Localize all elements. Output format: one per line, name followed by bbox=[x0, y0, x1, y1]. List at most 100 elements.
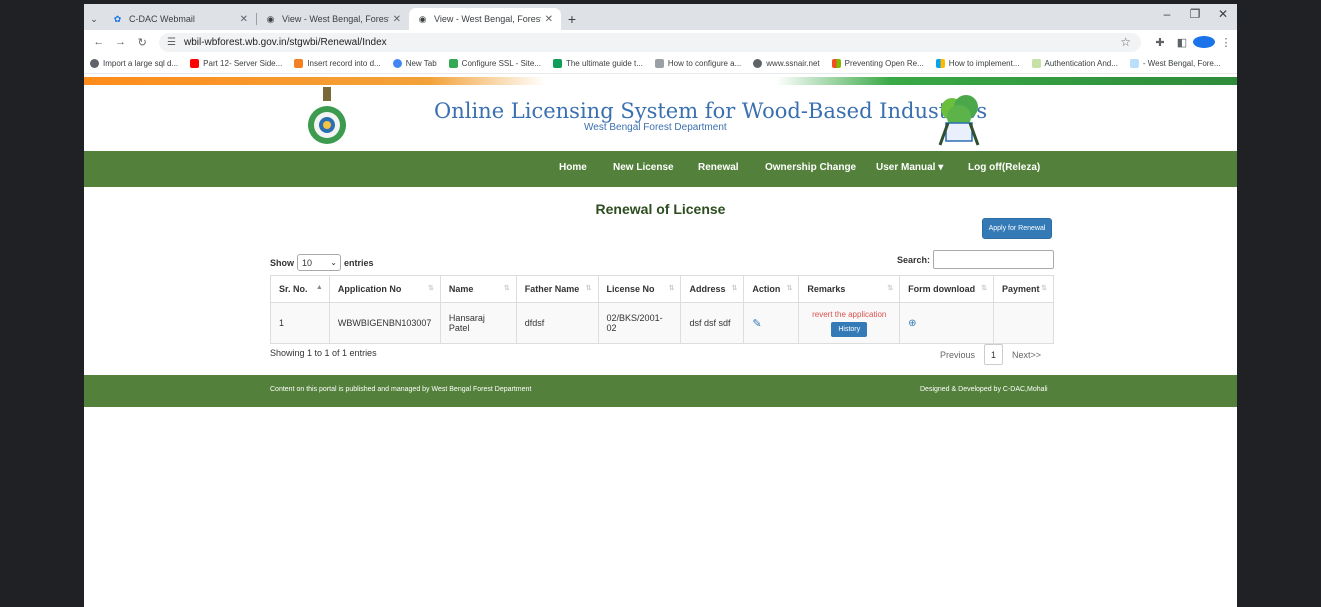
apply-for-renewal-button[interactable]: Apply for Renewal bbox=[982, 218, 1052, 239]
close-icon[interactable]: ✕ bbox=[393, 14, 401, 25]
globe-icon: ◉ bbox=[266, 13, 275, 24]
col-application-no[interactable]: Application No ⇅ bbox=[328, 275, 441, 303]
page-length-select[interactable]: 10 ⌄ bbox=[297, 254, 341, 271]
reload-icon[interactable]: ↻ bbox=[133, 36, 151, 49]
download-icon[interactable]: ⊕ bbox=[908, 318, 916, 329]
forward-icon[interactable]: → bbox=[112, 36, 130, 48]
forest-department-logo-icon bbox=[938, 95, 980, 146]
tab-view-forest-1[interactable]: ◉ View - West Bengal, Forest Dep ✕ bbox=[257, 8, 409, 30]
edit-pencil-icon[interactable]: ✎ bbox=[752, 318, 761, 330]
side-panel-icon[interactable]: ◧ bbox=[1171, 36, 1193, 49]
close-icon[interactable]: ✕ bbox=[545, 14, 553, 25]
bookmark-item[interactable]: Import a large sql d... bbox=[90, 59, 178, 68]
new-tab-icon[interactable]: + bbox=[561, 8, 583, 30]
bookmark-item[interactable]: How to implement... bbox=[935, 59, 1020, 68]
table-header-row: Sr. No. ▲ Application No ⇅ Name ⇅ Father Na… bbox=[270, 275, 1055, 303]
url-input[interactable]: ☰ wbil-wbforest.wb.gov.in/stgwbi/Renewal… bbox=[159, 32, 1141, 52]
page-number-button[interactable]: 1 bbox=[984, 344, 1004, 365]
nav-ownership-change[interactable]: Ownership Change bbox=[765, 162, 856, 173]
renewal-table: Sr. No. ▲ Application No ⇅ Name ⇅ Father Na… bbox=[270, 275, 1055, 344]
col-father-name[interactable]: Father Name ⇅ bbox=[515, 275, 599, 303]
page-title: Renewal of License bbox=[595, 201, 726, 217]
pagination: Previous 1 Next>> bbox=[940, 344, 1041, 365]
history-button[interactable]: History bbox=[831, 321, 868, 337]
restore-icon[interactable]: ❐ bbox=[1181, 7, 1209, 21]
nav-renewal[interactable]: Renewal bbox=[698, 162, 739, 173]
page-icon bbox=[1129, 59, 1139, 68]
cell-remarks: revert the application History bbox=[798, 302, 901, 344]
site-title: Online Licensing System for Wood-Based I… bbox=[434, 99, 988, 123]
left-letterbox bbox=[0, 0, 84, 607]
bookmark-item[interactable]: www.ssnair.net bbox=[753, 59, 820, 68]
extensions-icon[interactable]: ✚ bbox=[1149, 36, 1171, 49]
nav-new-license[interactable]: New License bbox=[613, 162, 674, 173]
bookmark-item[interactable]: Insert record into d... bbox=[294, 59, 381, 68]
col-action[interactable]: Action ⇅ bbox=[743, 275, 800, 303]
show-label: Show bbox=[270, 257, 294, 268]
tab-title: View - West Bengal, Forest Dep bbox=[434, 14, 541, 24]
table-row: 1 WBWBIGENBN103007 Hansaraj Patel dfdsf … bbox=[270, 302, 1055, 344]
search-control: Search: bbox=[897, 250, 1054, 269]
bookmarks-bar: Import a large sql d... Part 12- Server … bbox=[84, 54, 1237, 74]
col-payment[interactable]: Payment ⇅ bbox=[992, 275, 1055, 303]
bookmark-item[interactable]: Part 12- Server Side... bbox=[190, 59, 282, 68]
bookmark-item[interactable]: - West Bengal, Fore... bbox=[1129, 59, 1221, 68]
right-letterbox bbox=[1237, 0, 1321, 607]
nav-home[interactable]: Home bbox=[559, 162, 587, 173]
bookmark-item[interactable]: Preventing Open Re... bbox=[831, 59, 924, 68]
bookmark-item[interactable]: Authentication And... bbox=[1031, 59, 1118, 68]
browser-window: ⌄ ✿ C-DAC Webmail ✕ ◉ View - West Bengal… bbox=[84, 4, 1237, 607]
sort-icon: ⇅ bbox=[668, 285, 675, 292]
cdac-favicon-icon: ✿ bbox=[113, 13, 122, 24]
col-name[interactable]: Name ⇅ bbox=[439, 275, 517, 303]
toolbar-actions: ✚ ◧ ⋮ bbox=[1149, 35, 1237, 49]
west-bengal-emblem-icon bbox=[308, 87, 346, 144]
col-address[interactable]: Address ⇅ bbox=[680, 275, 745, 303]
bookmark-item[interactable]: New Tab bbox=[392, 59, 437, 68]
next-page-button[interactable]: Next>> bbox=[1012, 350, 1041, 360]
tab-cdac-webmail[interactable]: ✿ C-DAC Webmail ✕ bbox=[104, 8, 256, 30]
previous-page-button[interactable]: Previous bbox=[940, 350, 975, 360]
tab-view-forest-2[interactable]: ◉ View - West Bengal, Forest Dep ✕ bbox=[409, 8, 561, 30]
chevron-down-icon: ⌄ bbox=[330, 258, 337, 267]
cell-form-download: ⊕ bbox=[899, 302, 994, 344]
sort-icon: ⇅ bbox=[585, 285, 592, 292]
nav-user-manual[interactable]: User Manual ▾ bbox=[876, 162, 943, 173]
site-subtitle: West Bengal Forest Department bbox=[584, 122, 727, 133]
tab-search-icon[interactable]: ⌄ bbox=[84, 8, 104, 30]
bookmark-item[interactable]: Configure SSL - Site... bbox=[448, 59, 541, 68]
globe-icon: ◉ bbox=[418, 13, 427, 24]
site-info-icon[interactable]: ☰ bbox=[167, 37, 176, 48]
sort-asc-icon: ▲ bbox=[315, 284, 323, 291]
sort-icon: ⇅ bbox=[981, 285, 987, 292]
minimize-icon[interactable]: – bbox=[1153, 7, 1181, 21]
bookmark-item[interactable]: The ultimate guide t... bbox=[552, 59, 643, 68]
cell-action: ✎ bbox=[743, 302, 800, 344]
drive-icon bbox=[552, 59, 562, 68]
profile-icon[interactable] bbox=[1193, 35, 1215, 49]
back-icon[interactable]: ← bbox=[90, 36, 108, 48]
cell-name: Hansaraj Patel bbox=[439, 302, 517, 344]
close-window-icon[interactable]: ✕ bbox=[1209, 7, 1237, 21]
close-icon[interactable]: ✕ bbox=[240, 14, 248, 25]
col-sr-no[interactable]: Sr. No. ▲ bbox=[270, 275, 330, 303]
sort-icon: ⇅ bbox=[503, 285, 510, 292]
col-remarks[interactable]: Remarks ⇅ bbox=[798, 275, 901, 303]
bookmark-item[interactable]: How to configure a... bbox=[654, 59, 741, 68]
cell-license-no: 02/BKS/2001-02 bbox=[597, 302, 682, 344]
address-bar: ← → ↻ ☰ wbil-wbforest.wb.gov.in/stgwbi/R… bbox=[84, 30, 1237, 54]
url-text: wbil-wbforest.wb.gov.in/stgwbi/Renewal/I… bbox=[183, 36, 387, 48]
menu-icon[interactable]: ⋮ bbox=[1215, 36, 1237, 49]
nav-log-off[interactable]: Log off(Releza) bbox=[968, 162, 1040, 173]
cell-application-no: WBWBIGENBN103007 bbox=[328, 302, 441, 344]
bookmark-star-icon[interactable]: ☆ bbox=[1120, 35, 1131, 49]
cell-sr-no: 1 bbox=[270, 302, 330, 344]
sort-icon: ⇅ bbox=[786, 285, 793, 292]
cell-father-name: dfdsf bbox=[515, 302, 599, 344]
site-icon bbox=[1031, 59, 1041, 68]
tab-strip: ⌄ ✿ C-DAC Webmail ✕ ◉ View - West Bengal… bbox=[84, 4, 1237, 30]
col-license-no[interactable]: License No ⇅ bbox=[597, 275, 682, 303]
col-form-download[interactable]: Form download ⇅ bbox=[899, 275, 994, 303]
cell-address: dsf dsf sdf bbox=[680, 302, 745, 344]
search-input[interactable] bbox=[933, 250, 1054, 269]
